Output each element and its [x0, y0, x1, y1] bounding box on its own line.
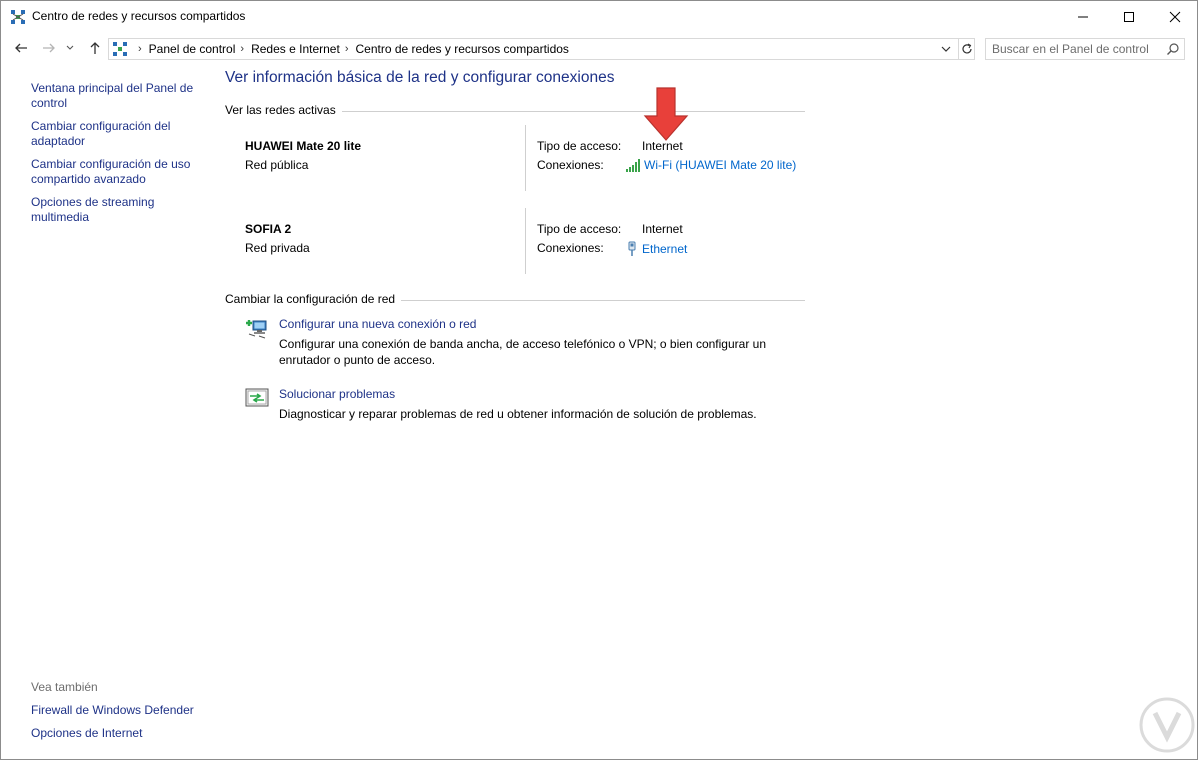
sidebar-link-uso-compartido[interactable]: Cambiar configuración de uso compartido …	[31, 157, 199, 187]
connections-label: Conexiones:	[537, 158, 604, 172]
refresh-icon	[962, 43, 972, 54]
wifi-connection-link[interactable]: Wi-Fi (HUAWEI Mate 20 lite)	[644, 158, 796, 172]
address-bar[interactable]: › Panel de control › Redes e Internet › …	[108, 38, 975, 60]
vertical-divider	[525, 125, 526, 191]
maximize-button[interactable]	[1106, 1, 1152, 32]
section-divider	[341, 110, 805, 112]
search-icon[interactable]	[1166, 42, 1180, 56]
sidebar-link-streaming[interactable]: Opciones de streaming multimedia	[31, 195, 171, 225]
network-entry: HUAWEI Mate 20 lite Red pública Tipo de …	[245, 125, 805, 191]
breadcrumb-panel-de-control[interactable]: Panel de control	[149, 42, 236, 56]
troubleshoot-link[interactable]: Solucionar problemas	[279, 387, 395, 401]
network-name: SOFIA 2	[245, 222, 292, 236]
forward-button[interactable]	[39, 38, 59, 58]
breadcrumb: › Panel de control › Redes e Internet › …	[133, 42, 569, 56]
active-networks-label: Ver las redes activas	[225, 103, 336, 117]
page-title: Ver información básica de la red y confi…	[225, 69, 615, 86]
network-center-icon	[11, 10, 25, 24]
ethernet-plug-icon	[628, 241, 636, 256]
network-center-icon	[113, 42, 127, 56]
access-type-label: Tipo de acceso:	[537, 139, 622, 153]
access-type-label: Tipo de acceso:	[537, 222, 622, 236]
breadcrumb-separator-icon[interactable]: ›	[240, 43, 244, 55]
refresh-button[interactable]	[958, 39, 975, 59]
vertical-divider	[525, 208, 526, 274]
new-connection-icon	[246, 320, 267, 339]
connection-entry: Wi-Fi (HUAWEI Mate 20 lite)	[625, 158, 796, 172]
sidebar: Ventana principal del Panel de control C…	[31, 81, 201, 233]
address-history-chevron-icon[interactable]	[939, 42, 953, 56]
section-divider	[401, 299, 805, 301]
window-title: Centro de redes y recursos compartidos	[32, 9, 246, 23]
access-type-value: Internet	[642, 222, 683, 236]
see-also-firewall-link[interactable]: Firewall de Windows Defender	[31, 703, 211, 718]
troubleshoot-description: Diagnosticar y reparar problemas de red …	[279, 407, 757, 421]
control-panel-window: Centro de redes y recursos compartidos ›…	[0, 0, 1198, 760]
main-content: Ver información básica de la red y confi…	[225, 69, 805, 421]
breadcrumb-redes-e-internet[interactable]: Redes e Internet	[251, 42, 340, 56]
see-also-header: Vea también	[31, 680, 98, 694]
close-button[interactable]	[1152, 1, 1198, 32]
minimize-button[interactable]	[1060, 1, 1106, 32]
close-icon	[1169, 11, 1181, 22]
minimize-icon	[1078, 16, 1088, 17]
network-profile-link: Red pública	[245, 158, 309, 172]
network-profile-link: Red privada	[245, 241, 310, 255]
annotation-arrow-icon	[643, 87, 689, 141]
maximize-icon	[1124, 11, 1134, 22]
search-box[interactable]	[985, 38, 1185, 60]
change-settings-label: Cambiar la configuración de red	[225, 292, 396, 306]
up-arrow-icon	[90, 42, 100, 54]
chevron-down-icon	[66, 45, 74, 50]
new-connection-description: Configurar una conexión de banda ancha, …	[279, 337, 766, 367]
breadcrumb-separator-icon[interactable]: ›	[345, 43, 349, 55]
network-entry: SOFIA 2 Red privada Tipo de acceso: Inte…	[245, 208, 805, 274]
wifi-signal-icon	[626, 158, 640, 172]
ethernet-connection-link[interactable]: Ethernet	[642, 242, 687, 256]
network-name: HUAWEI Mate 20 lite	[245, 139, 362, 153]
sidebar-link-panel-principal[interactable]: Ventana principal del Panel de control	[31, 81, 196, 111]
sidebar-link-cambiar-adaptador[interactable]: Cambiar configuración del adaptador	[31, 119, 181, 149]
troubleshoot-icon	[245, 388, 269, 407]
forward-arrow-icon	[43, 43, 55, 53]
recent-locations-button[interactable]	[63, 38, 77, 58]
connections-label: Conexiones:	[537, 241, 604, 255]
search-input[interactable]	[992, 41, 1157, 57]
up-button[interactable]	[85, 38, 105, 58]
back-button[interactable]	[11, 38, 31, 58]
breadcrumb-separator-icon[interactable]: ›	[138, 43, 142, 55]
connection-entry: Ethernet	[625, 241, 687, 257]
navigation-bar: › Panel de control › Redes e Internet › …	[1, 32, 1197, 66]
active-networks-header: Ver las redes activas	[225, 103, 805, 117]
back-arrow-icon	[15, 43, 27, 53]
change-settings-header: Cambiar la configuración de red	[225, 292, 805, 306]
breadcrumb-centro-de-redes[interactable]: Centro de redes y recursos compartidos	[355, 42, 568, 56]
watermark-logo	[1139, 697, 1195, 753]
new-connection-link[interactable]: Configurar una nueva conexión o red	[279, 317, 476, 331]
see-also-section: Vea también Firewall de Windows Defender…	[31, 680, 211, 749]
title-bar: Centro de redes y recursos compartidos	[1, 1, 1197, 32]
see-also-internet-options-link[interactable]: Opciones de Internet	[31, 726, 211, 741]
